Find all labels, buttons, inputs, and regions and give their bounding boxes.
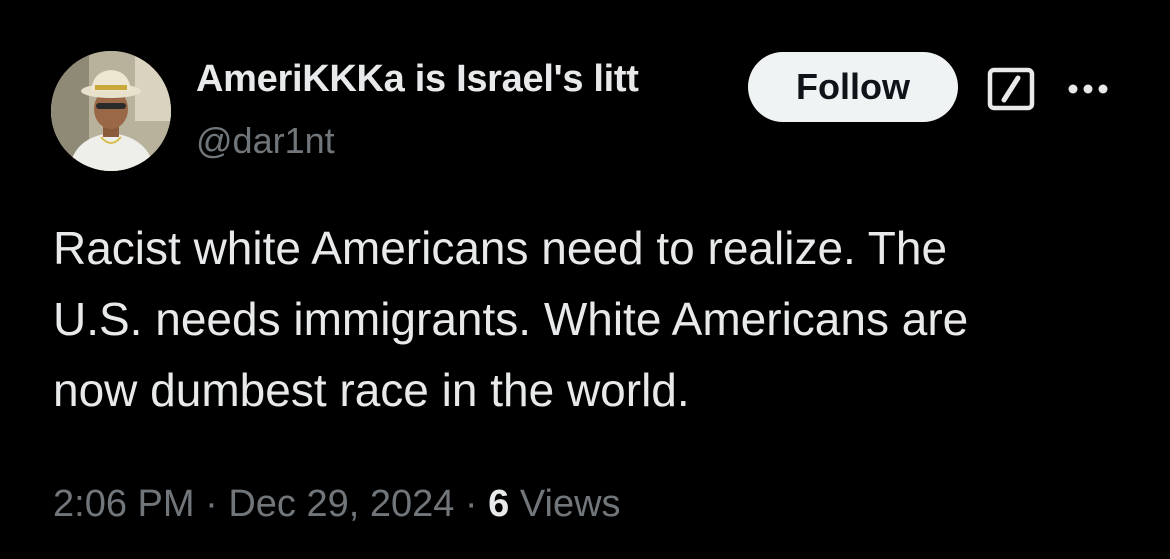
grok-slash-icon[interactable] [987,67,1035,111]
follow-button[interactable]: Follow [748,52,958,122]
tweet-date[interactable]: Dec 29, 2024 [228,483,454,525]
author-display-name[interactable]: AmeriKKKa is Israel's litt [196,58,639,101]
tweet-text-line: now dumbest race in the world. [53,364,690,416]
author-avatar[interactable] [51,51,171,171]
more-dots-icon[interactable] [1064,75,1112,103]
tweet-card: AmeriKKKa is Israel's litt @dar1nt Follo… [0,0,1170,559]
views-count[interactable]: 6 [488,483,509,525]
tweet-text: Racist white Americans need to realize. … [53,213,1133,426]
meta-separator: · [454,483,489,525]
tweet-metadata: 2:06 PM · Dec 29, 2024 · 6 Views [53,483,621,526]
meta-separator: · [194,483,229,525]
tweet-text-line: Racist white Americans need to realize. … [53,222,948,274]
author-handle[interactable]: @dar1nt [196,120,335,162]
views-label[interactable]: Views [509,483,621,525]
tweet-time[interactable]: 2:06 PM [53,483,195,525]
user-photo-avatar-icon [51,51,171,171]
tweet-text-line: U.S. needs immigrants. White Americans a… [53,293,969,345]
